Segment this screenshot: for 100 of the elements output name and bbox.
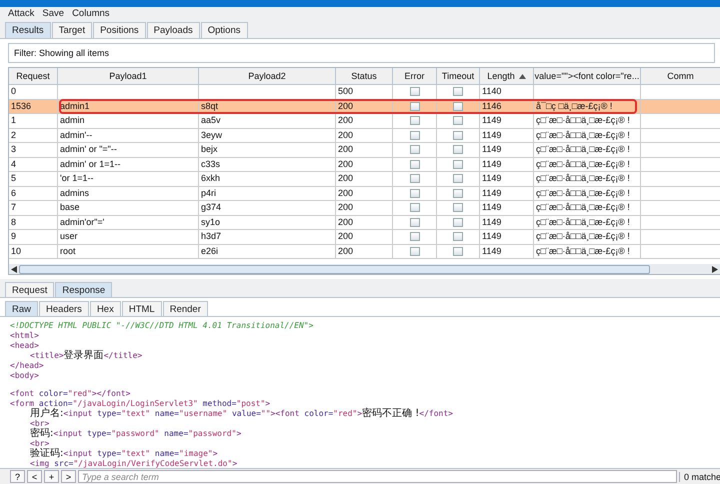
table-cell: sy1o (201, 216, 220, 226)
table-cell: 1149 (482, 188, 502, 198)
column-header[interactable]: value=""><font color="re... (534, 68, 641, 85)
search-nav-button[interactable]: ? (10, 470, 25, 483)
tab[interactable]: Options (200, 22, 248, 38)
search-field[interactable]: Type a search term (78, 470, 677, 483)
table-cell: 1149 (482, 115, 502, 125)
table-cell: ç□¨æ□·å□□ä¸□æ-£ç¡® ! (536, 246, 630, 256)
column-label: Error (404, 71, 424, 81)
table-cell: h3d7 (201, 231, 222, 241)
table-row[interactable]: 9 user h3d7 200 1149 ç□¨æ□·å□□ä¸□æ-£ç¡® ! (9, 230, 720, 244)
table-cell: 1149 (482, 144, 502, 154)
table-cell: aa5v (201, 115, 221, 125)
table-row[interactable]: 8 admin'or"=' sy1o 200 1149 ç□¨æ□·å□□ä¸□æ-£ç¡® ! (9, 216, 720, 230)
tab[interactable]: Target (52, 22, 92, 38)
table-cell: g374 (201, 202, 222, 212)
table-cell: bejx (201, 144, 218, 154)
table-cell: 1149 (482, 173, 502, 183)
table-cell: user (60, 231, 78, 241)
code-line: <title>登录界面</title> (29, 351, 142, 361)
tab[interactable]: Response (55, 282, 112, 297)
table-row[interactable]: 7 base g374 200 1149 ç□¨æ□·å□□ä¸□æ-£ç¡® ! (9, 201, 720, 216)
table-cell: å¯□ç □ä¸□æ-£ç¡® ! (536, 100, 612, 110)
table-cell: 200 (338, 130, 354, 140)
table-cell: admin' or 1=1-- (60, 158, 120, 168)
table-cell: ç□¨æ□·å□□ä¸□æ-£ç¡® ! (536, 216, 630, 226)
column-header[interactable]: Status (336, 68, 393, 85)
tab[interactable]: HTML (122, 301, 162, 316)
table-cell: 1149 (482, 130, 502, 140)
search-nav-button[interactable]: < (27, 470, 42, 483)
tab[interactable]: Payloads (146, 22, 200, 38)
table-cell: 200 (338, 188, 354, 198)
column-label: Comm (667, 71, 694, 81)
column-header[interactable]: Timeout (437, 68, 480, 85)
search-nav-button[interactable]: > (61, 470, 76, 483)
tab[interactable]: Hex (90, 301, 121, 316)
table-cell: ç□¨æ□·å□□ä¸□æ-£ç¡® ! (536, 173, 630, 183)
tab[interactable]: Results (5, 22, 51, 38)
menu-item[interactable]: Columns (72, 8, 110, 19)
table-cell: 10 (11, 246, 22, 256)
table-cell: 2 (11, 130, 16, 140)
table-cell: 1146 (482, 100, 502, 110)
column-header[interactable]: Comm (641, 68, 720, 85)
table-cell: s8qt (201, 100, 218, 110)
scroll-left-icon[interactable] (9, 264, 19, 274)
table-cell: 200 (338, 216, 354, 226)
code-line: </head> (10, 361, 44, 371)
menu-item[interactable]: Save (42, 8, 64, 19)
filter-bar[interactable]: Filter: Showing all items (8, 43, 715, 63)
column-label: Timeout (442, 71, 474, 81)
table-row[interactable]: 1536 admin1 s8qt 200 1146 å¯□ç □ä¸□æ-£ç¡® ! (9, 100, 720, 114)
tab[interactable]: Request (5, 282, 54, 297)
tab[interactable]: Raw (5, 301, 38, 316)
table-row[interactable]: 4 admin' or 1=1-- c33s 200 1149 ç□¨æ□·å□□ä¸□æ-£ç¡® ! (9, 158, 720, 172)
table-row[interactable]: 5 'or 1=1-- 6xkh 200 1149 ç□¨æ□·å□□ä¸□æ-£ç¡® ! (9, 172, 720, 186)
code-line: 用户名:<input type="text" name="username" value=""><font color="red">密码不正确 !</font> (29, 409, 453, 419)
column-header[interactable]: Payload2 (199, 68, 336, 85)
code-line: <br> (29, 419, 50, 428)
table-cell: 6xkh (201, 173, 220, 183)
table-cell: base (60, 202, 80, 212)
code-line: <!DOCTYPE HTML PUBLIC "-//W3C//DTD HTML 4.01 Transitional//EN"> (10, 321, 314, 331)
table-row[interactable]: 6 admins p4ri 200 1149 ç□¨æ□·å□□ä¸□æ-£ç¡® ! (9, 186, 720, 201)
table-cell: 1140 (482, 86, 502, 96)
table-row[interactable]: 3 admin' or "="-- bejx 200 1149 ç□¨æ□·å□□ä¸□æ-£ç¡® ! (9, 143, 720, 158)
table-cell: p4ri (201, 188, 216, 198)
table-cell: ç□¨æ□·å□□ä¸□æ-£ç¡® ! (536, 202, 630, 212)
table-cell: 200 (338, 158, 354, 168)
table-cell: root (60, 246, 76, 256)
tab[interactable]: Headers (39, 301, 89, 316)
code-line: <body> (10, 371, 39, 381)
table-row[interactable]: 10 root e26i 200 1149 ç□¨æ□·å□□ä¸□æ-£ç¡® ! (9, 244, 720, 259)
column-header[interactable]: Payload1 (58, 68, 199, 85)
table-cell: 1149 (482, 231, 502, 241)
tab[interactable]: Render (162, 301, 208, 316)
table-cell: 500 (338, 86, 354, 96)
table-row[interactable]: 2 admin'-- 3eyw 200 1149 ç□¨æ□·å□□ä¸□æ-£ç¡® ! (9, 128, 720, 143)
table-row[interactable]: 1 admin aa5v 200 1149 ç□¨æ□·å□□ä¸□æ-£ç¡® ! (9, 114, 720, 128)
tab[interactable]: Positions (93, 22, 146, 38)
table-cell: 3eyw (201, 130, 222, 140)
code-line: <form action="/javaLogin/LoginServlet3" method="post"> (10, 399, 270, 408)
table-cell: ç□¨æ□·å□□ä¸□æ-£ç¡® ! (536, 158, 630, 168)
column-header[interactable]: Request (9, 68, 58, 85)
table-cell: 1149 (482, 158, 502, 168)
search-nav-button[interactable]: + (44, 470, 59, 483)
code-line: <img src="/javaLogin/VerifyCodeServlet.do"> (29, 459, 238, 468)
table-cell: 'or 1=1-- (60, 173, 94, 183)
scroll-right-icon[interactable] (710, 264, 720, 274)
table-cell: 200 (338, 231, 354, 241)
column-header[interactable]: Length (480, 68, 534, 85)
table-cell: 200 (338, 100, 354, 110)
table-cell: 200 (338, 144, 354, 154)
table-cell: 6 (11, 188, 16, 198)
table-cell: e26i (201, 246, 218, 256)
table-cell: admin'-- (60, 130, 92, 140)
horizontal-scrollbar[interactable] (9, 264, 720, 274)
menu-item[interactable]: Attack (8, 8, 34, 19)
column-header[interactable]: Error (393, 68, 437, 85)
table-cell: ç□¨æ□·å□□ä¸□æ-£ç¡® ! (536, 144, 630, 154)
code-line: <br> (29, 439, 50, 448)
table-cell: admin' or "="-- (60, 144, 117, 154)
